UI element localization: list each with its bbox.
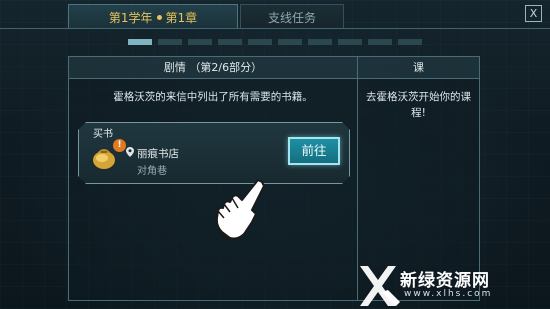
progress-pip	[398, 39, 422, 45]
watermark-name: 新绿资源网	[400, 271, 490, 291]
location-name: 丽痕书店	[137, 148, 179, 160]
progress-pip	[158, 39, 182, 45]
tab-side-label: 支线任务	[267, 10, 316, 25]
progress-pip	[218, 39, 242, 45]
pointing-hand-icon	[215, 179, 265, 240]
chapter-progress	[128, 39, 422, 45]
class-panel-header: 课	[358, 57, 479, 79]
tab-main-story[interactable]: 第1学年 第1章	[68, 4, 238, 29]
location-pin-icon	[126, 147, 134, 157]
progress-pip	[368, 39, 392, 45]
story-description: 霍格沃茨的来信中列出了所有需要的书籍。	[113, 91, 313, 103]
tab-main-chapter: 第1章	[165, 10, 198, 25]
progress-pip	[278, 39, 302, 45]
progress-pip	[188, 39, 212, 45]
progress-pip	[308, 39, 332, 45]
close-button[interactable]: X	[525, 5, 542, 22]
location-area: 对角巷	[137, 166, 167, 177]
progress-pip	[338, 39, 362, 45]
top-divider	[0, 28, 550, 29]
tab-main-year: 第1学年	[108, 10, 153, 25]
game-screen: 第1学年 第1章 支线任务 X 剧情 （第2/6部分） 霍格沃茨的来信中列出了所…	[0, 0, 550, 309]
tab-side-quests[interactable]: 支线任务	[240, 4, 344, 29]
watermark-url: www.xlhs.com	[404, 289, 493, 299]
separator-dot-icon	[156, 14, 162, 20]
progress-pip	[128, 39, 152, 45]
go-button[interactable]: 前往	[288, 137, 340, 165]
task-title: 买书	[93, 129, 113, 140]
story-panel-header: 剧情 （第2/6部分）	[69, 57, 357, 79]
alert-badge: !	[113, 139, 126, 152]
progress-pip	[248, 39, 272, 45]
class-panel-text: 去霍格沃茨开始你的课程!	[366, 91, 471, 119]
